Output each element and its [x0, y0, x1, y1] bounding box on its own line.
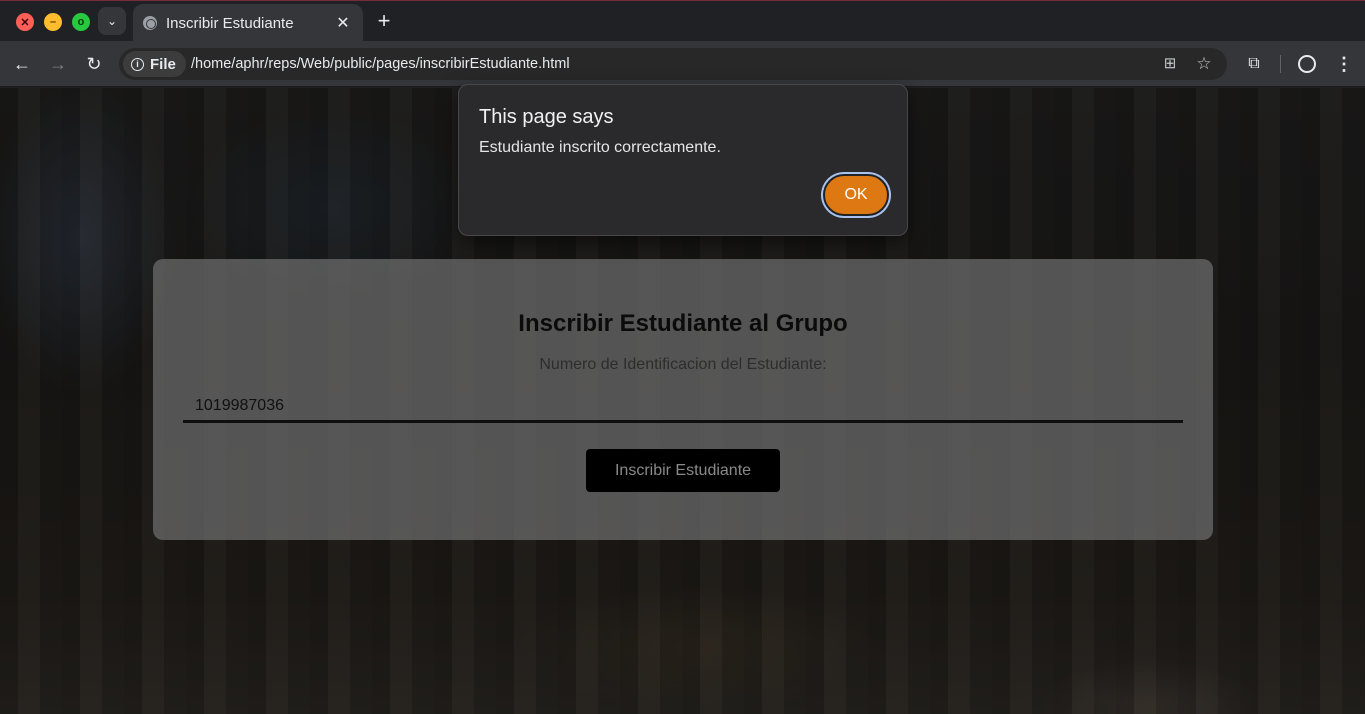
globe-icon — [143, 16, 157, 30]
close-tab-icon[interactable]: ✕ — [333, 13, 353, 33]
tab-inscribir-estudiante[interactable]: Inscribir Estudiante ✕ — [133, 4, 363, 42]
tab-search-button[interactable]: ⌄ — [98, 7, 126, 35]
extensions-icon[interactable]: ⧉ — [1243, 53, 1265, 75]
student-id-input[interactable] — [183, 391, 1183, 423]
toolbar-divider — [1280, 55, 1281, 73]
address-bar[interactable]: i File /home/aphr/reps/Web/public/pages/… — [119, 48, 1227, 80]
browser-toolbar: ← → ↻ i File /home/aphr/reps/Web/public/… — [0, 41, 1365, 87]
back-icon[interactable]: ← — [10, 52, 34, 76]
reload-icon[interactable]: ↻ — [82, 52, 106, 76]
page-title: Inscribir Estudiante al Grupo — [518, 310, 848, 337]
site-chip-label: File — [150, 55, 176, 73]
enroll-student-button[interactable]: Inscribir Estudiante — [586, 449, 780, 492]
url-text[interactable]: /home/aphr/reps/Web/public/pages/inscrib… — [191, 56, 570, 72]
forward-icon[interactable]: → — [46, 52, 70, 76]
id-field-label: Numero de Identificacion del Estudiante: — [539, 356, 827, 373]
translate-icon[interactable]: ⊞ — [1160, 54, 1180, 74]
new-tab-button[interactable]: + — [372, 9, 396, 33]
tab-title: Inscribir Estudiante — [166, 14, 294, 32]
dialog-message: Estudiante inscrito correctamente. — [479, 139, 721, 156]
enroll-form-card: Inscribir Estudiante al Grupo Numero de … — [153, 259, 1213, 540]
info-icon: i — [131, 57, 144, 71]
browser-title-bar: ✕ – o ⌄ Inscribir Estudiante ✕ + — [0, 0, 1365, 42]
window-close-button[interactable]: ✕ — [16, 13, 34, 31]
ok-button[interactable]: OK — [823, 174, 889, 216]
profile-icon[interactable] — [1296, 53, 1318, 75]
dialog-title: This page says — [479, 106, 614, 128]
window-minimize-button[interactable]: – — [44, 13, 62, 31]
alert-dialog: This page says Estudiante inscrito corre… — [458, 84, 908, 236]
window-maximize-button[interactable]: o — [72, 13, 90, 31]
site-info-chip[interactable]: i File — [123, 51, 186, 77]
menu-icon[interactable]: ⋮ — [1333, 53, 1355, 75]
bookmark-star-icon[interactable]: ☆ — [1194, 54, 1214, 74]
